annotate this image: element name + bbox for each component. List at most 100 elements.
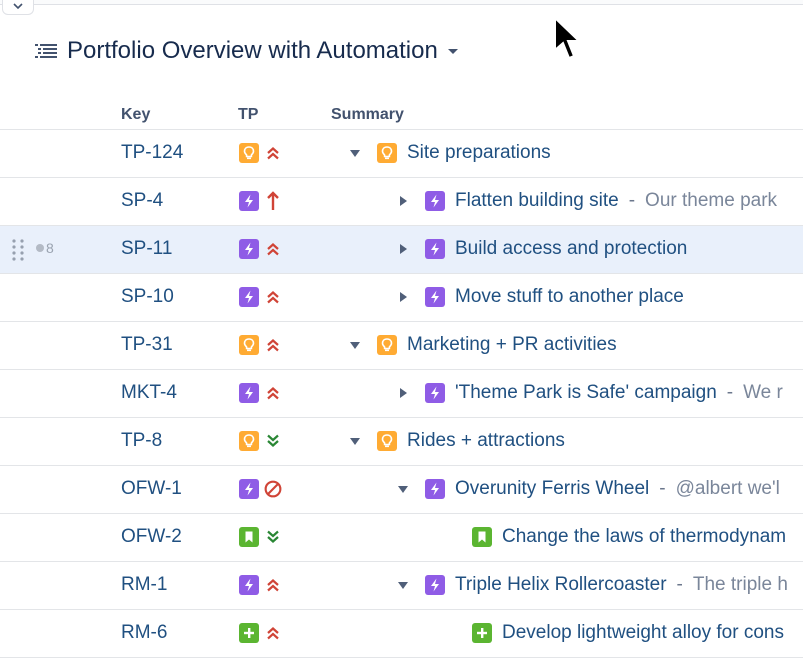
table-row[interactable]: TP-31 Marketing + PR activities xyxy=(0,322,803,370)
expand-toggle[interactable] xyxy=(395,385,411,401)
expand-toggle[interactable] xyxy=(395,289,411,305)
summary-cell: Flatten building site - Our theme park xyxy=(395,190,777,212)
mouse-pointer-icon xyxy=(554,16,582,60)
table-row[interactable]: SP-10 Move stuff to another place xyxy=(0,274,803,322)
double-chevron-up-icon xyxy=(264,575,282,595)
blocker-icon xyxy=(264,479,282,499)
table-row[interactable]: RM-6 Develop lightweight alloy for cons xyxy=(0,610,803,658)
plus-icon xyxy=(472,623,492,643)
tp-cell xyxy=(239,191,282,211)
caret-down-icon xyxy=(398,581,408,589)
summary-cell: Triple Helix Rollercoaster - The triple h xyxy=(395,574,788,596)
plus-icon xyxy=(239,623,259,643)
lightning-bolt-icon xyxy=(425,479,445,499)
issue-description: Our theme park xyxy=(645,190,778,211)
issue-key-link[interactable]: MKT-4 xyxy=(121,382,177,404)
drag-handle-icon[interactable] xyxy=(11,238,25,262)
summary-link[interactable]: Develop lightweight alloy for cons xyxy=(502,622,784,644)
collapse-toggle[interactable] xyxy=(395,577,411,593)
lightning-bolt-icon xyxy=(239,479,259,499)
expand-toggle[interactable] xyxy=(395,241,411,257)
summary-cell: Rides + attractions xyxy=(347,430,565,452)
summary-link[interactable]: Triple Helix Rollercoaster xyxy=(455,574,667,596)
double-chevron-down-icon xyxy=(264,431,282,451)
issue-key-link[interactable]: TP-124 xyxy=(121,142,183,164)
issue-key-link[interactable]: SP-4 xyxy=(121,190,163,212)
collapse-toggle[interactable] xyxy=(347,337,363,353)
expand-toggle[interactable] xyxy=(395,193,411,209)
top-bar xyxy=(0,0,803,5)
table-row[interactable]: OFW-1 Overunity Ferris Wheel - @albert we'l xyxy=(0,466,803,514)
tp-cell xyxy=(239,239,282,259)
tp-cell xyxy=(239,623,282,643)
column-header-key[interactable]: Key xyxy=(121,106,150,124)
issue-key-link[interactable]: RM-6 xyxy=(121,622,167,644)
issue-key-link[interactable]: OFW-1 xyxy=(121,478,182,500)
double-chevron-up-icon xyxy=(264,239,282,259)
issue-key-link[interactable]: TP-31 xyxy=(121,334,173,356)
caret-down-icon xyxy=(350,437,360,445)
summary-link[interactable]: Marketing + PR activities xyxy=(407,334,617,356)
tp-cell xyxy=(239,143,282,163)
caret-right-icon xyxy=(399,388,407,398)
table-row[interactable]: RM-1 Triple Helix Rollercoaster - The tripl… xyxy=(0,562,803,610)
tp-cell xyxy=(239,383,282,403)
caret-right-icon xyxy=(399,292,407,302)
lightning-bolt-icon xyxy=(239,287,259,307)
tp-cell xyxy=(239,575,282,595)
summary-separator: - xyxy=(628,190,636,211)
issue-key-link[interactable]: RM-1 xyxy=(121,574,167,596)
summary-link[interactable]: Move stuff to another place xyxy=(455,286,684,308)
table-row[interactable]: TP-8 Rides + attractions xyxy=(0,418,803,466)
collapse-toggle[interactable] xyxy=(395,481,411,497)
lightning-bolt-icon xyxy=(425,383,445,403)
collapse-toggle[interactable] xyxy=(347,145,363,161)
bookmark-icon xyxy=(472,527,492,547)
summary-separator: - xyxy=(676,574,683,595)
summary-link[interactable]: Site preparations xyxy=(407,142,551,164)
summary-link[interactable]: 'Theme Park is Safe' campaign xyxy=(455,382,717,404)
table-row[interactable]: SP-4 Flatten building site - Our theme park xyxy=(0,178,803,226)
summary-link[interactable]: Overunity Ferris Wheel xyxy=(455,478,649,500)
issue-key-link[interactable]: OFW-2 xyxy=(121,526,182,548)
lightbulb-icon xyxy=(239,143,259,163)
table-row[interactable]: 8 SP-11 Build access and protection xyxy=(0,226,803,274)
caret-down-icon xyxy=(398,485,408,493)
collapse-header-button[interactable] xyxy=(2,0,34,15)
column-header-tp[interactable]: TP xyxy=(238,106,258,124)
table-row[interactable]: MKT-4 'Theme Park is Safe' campaign - We r xyxy=(0,370,803,418)
issue-key-link[interactable]: SP-11 xyxy=(121,238,172,260)
summary-separator: - xyxy=(726,382,734,403)
lightning-bolt-icon xyxy=(425,191,445,211)
lightning-bolt-icon xyxy=(239,575,259,595)
lightning-bolt-icon xyxy=(425,287,445,307)
summary-separator: - xyxy=(659,478,666,499)
double-chevron-up-icon xyxy=(264,383,282,403)
caret-right-icon xyxy=(399,244,407,254)
summary-link[interactable]: Change the laws of thermodynam xyxy=(502,526,786,548)
lightbulb-icon xyxy=(377,143,397,163)
lightbulb-icon xyxy=(239,431,259,451)
lightning-bolt-icon xyxy=(425,239,445,259)
summary-link[interactable]: Build access and protection xyxy=(455,238,687,260)
tp-cell xyxy=(239,431,282,451)
attribute-count-value: 8 xyxy=(46,240,54,256)
summary-link[interactable]: Flatten building site xyxy=(455,190,619,212)
issue-key-link[interactable]: SP-10 xyxy=(121,286,174,308)
summary-link[interactable]: Rides + attractions xyxy=(407,430,565,452)
structure-selector[interactable]: Portfolio Overview with Automation xyxy=(35,34,458,68)
collapse-toggle[interactable] xyxy=(347,433,363,449)
caret-right-icon xyxy=(399,196,407,206)
tp-cell xyxy=(239,527,282,547)
summary-cell: Move stuff to another place xyxy=(395,286,684,308)
caret-down-icon xyxy=(350,149,360,157)
issue-key-link[interactable]: TP-8 xyxy=(121,430,162,452)
column-header-summary[interactable]: Summary xyxy=(331,106,404,124)
attribute-count: 8 xyxy=(36,240,54,256)
table-row[interactable]: OFW-2 Change the laws of thermodynam xyxy=(0,514,803,562)
double-chevron-up-icon xyxy=(264,143,282,163)
summary-cell: Marketing + PR activities xyxy=(347,334,617,356)
tp-cell xyxy=(239,335,282,355)
lightbulb-icon xyxy=(377,335,397,355)
table-row[interactable]: TP-124 Site preparations xyxy=(0,130,803,178)
